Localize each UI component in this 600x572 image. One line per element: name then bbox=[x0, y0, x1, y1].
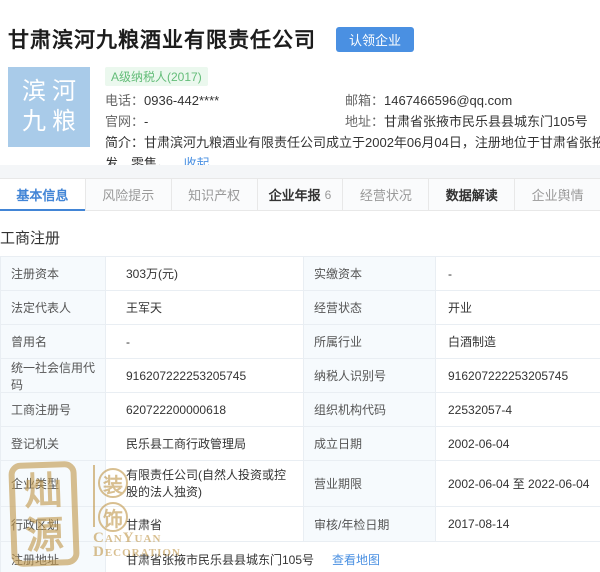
view-map-link[interactable]: 查看地图 bbox=[332, 551, 380, 568]
row1-value1: 303万(元) bbox=[106, 257, 304, 291]
tax-rating-badge: A级纳税人(2017) bbox=[105, 67, 208, 86]
row7-label2: 营业期限 bbox=[304, 461, 436, 507]
tab-annual-report[interactable]: 企业年报 6 bbox=[258, 179, 344, 210]
website-value: - bbox=[144, 114, 149, 129]
registration-table: 注册资本 303万(元) 实缴资本 - 法定代表人 王军天 经营状态 开业 曾用… bbox=[0, 256, 600, 572]
tab-annual-report-label: 企业年报 bbox=[268, 188, 321, 203]
table-row: 注册地址 甘肃省张掖市民乐县县城东门105号 查看地图 bbox=[1, 542, 600, 572]
row3-value1: - bbox=[106, 325, 304, 359]
annual-report-count-badge: 6 bbox=[324, 187, 332, 202]
address-label: 地址： bbox=[345, 114, 385, 129]
tab-basic-info-label: 基本信息 bbox=[16, 188, 69, 203]
page-title: 甘肃滨河九粮酒业有限责任公司 bbox=[8, 29, 316, 52]
row8-label2: 审核/年检日期 bbox=[304, 507, 436, 542]
company-profile-page: 甘肃滨河九粮酒业有限责任公司 认领企业 滨河 九粮 A级纳税人(2017) 电话… bbox=[0, 0, 600, 572]
row2-label1: 法定代表人 bbox=[1, 291, 106, 325]
row3-value2: 白酒制造 bbox=[436, 325, 600, 359]
email-value: 1467466596@qq.com bbox=[384, 93, 513, 108]
row2-value2: 开业 bbox=[436, 291, 600, 325]
row5-value1: 620722200000618 bbox=[106, 393, 304, 427]
tab-data-insights-label: 数据解读 bbox=[445, 188, 498, 203]
tab-public-sentiment[interactable]: 企业舆情 bbox=[515, 179, 600, 210]
row8-value1: 甘肃省 bbox=[106, 507, 304, 542]
phone-label: 电话： bbox=[105, 93, 145, 108]
contact-row-2: 官网：- 地址：甘肃省张掖市民乐县县城东门105号 bbox=[105, 111, 600, 132]
header-info: 滨河 九粮 A级纳税人(2017) 电话：0936-442**** 邮箱：146… bbox=[0, 54, 600, 174]
row7-value1: 有限责任公司(自然人投资或控股的法人独资) bbox=[106, 461, 304, 507]
claim-company-button[interactable]: 认领企业 bbox=[336, 26, 415, 52]
row4-value2: 916207222253205745 bbox=[436, 359, 600, 393]
company-logo: 滨河 九粮 bbox=[8, 67, 90, 147]
row8-value2: 2017-08-14 bbox=[436, 507, 600, 542]
row3-label1: 曾用名 bbox=[1, 325, 106, 359]
tab-risk-alerts[interactable]: 风险提示 bbox=[86, 179, 172, 210]
row1-value2: - bbox=[436, 257, 600, 291]
registered-address-value: 甘肃省张掖市民乐县县城东门105号 bbox=[126, 553, 315, 567]
row5-value2: 22532057-4 bbox=[436, 393, 600, 427]
tab-intellectual-property-label: 知识产权 bbox=[188, 188, 241, 203]
table-row: 注册资本 303万(元) 实缴资本 - bbox=[1, 257, 600, 291]
row8-label1: 行政区划 bbox=[1, 507, 106, 542]
tab-data-insights[interactable]: 数据解读 bbox=[429, 179, 516, 210]
registration-section-title: 工商注册 bbox=[0, 230, 61, 247]
website-field: 官网：- bbox=[105, 111, 345, 132]
row1-label2: 实缴资本 bbox=[304, 257, 436, 291]
table-row: 行政区划 甘肃省 审核/年检日期 2017-08-14 bbox=[1, 507, 600, 542]
table-row: 曾用名 - 所属行业 白酒制造 bbox=[1, 325, 600, 359]
email-field: 邮箱：1467466596@qq.com bbox=[345, 90, 512, 111]
row2-label2: 经营状态 bbox=[304, 291, 436, 325]
row1-label1: 注册资本 bbox=[1, 257, 106, 291]
intro-line1: 简介：甘肃滨河九粮酒业有限责任公司成立于2002年06月04日，注册地位于甘肃省… bbox=[105, 135, 600, 150]
tab-intellectual-property[interactable]: 知识产权 bbox=[172, 179, 258, 210]
row5-label1: 工商注册号 bbox=[1, 393, 106, 427]
tab-operating-status-label: 经营状况 bbox=[359, 188, 412, 203]
row7-label1: 企业类型 bbox=[1, 461, 106, 507]
address-field: 地址：甘肃省张掖市民乐县县城东门105号 bbox=[345, 111, 588, 132]
section-divider bbox=[0, 165, 600, 178]
phone-field: 电话：0936-442**** bbox=[105, 90, 345, 111]
row6-value2: 2002-06-04 bbox=[436, 427, 600, 461]
phone-value: 0936-442**** bbox=[144, 93, 220, 108]
website-label: 官网： bbox=[105, 114, 145, 129]
tab-basic-info[interactable]: 基本信息 bbox=[0, 179, 86, 211]
address-value: 甘肃省张掖市民乐县县城东门105号 bbox=[384, 114, 588, 129]
tab-risk-alerts-label: 风险提示 bbox=[102, 188, 155, 203]
row4-label2: 纳税人识别号 bbox=[304, 359, 436, 393]
row5-label2: 组织机构代码 bbox=[304, 393, 436, 427]
row9-label1: 注册地址 bbox=[1, 542, 106, 572]
email-label: 邮箱： bbox=[345, 93, 385, 108]
header-details: A级纳税人(2017) 电话：0936-442**** 邮箱：146746659… bbox=[105, 67, 600, 174]
tab-public-sentiment-label: 企业舆情 bbox=[531, 188, 584, 203]
contact-row-1: 电话：0936-442**** 邮箱：1467466596@qq.com bbox=[105, 90, 600, 111]
table-row: 法定代表人 王军天 经营状态 开业 bbox=[1, 291, 600, 325]
row6-label2: 成立日期 bbox=[304, 427, 436, 461]
contact-grid: 电话：0936-442**** 邮箱：1467466596@qq.com 官网：… bbox=[105, 90, 600, 174]
row3-label2: 所属行业 bbox=[304, 325, 436, 359]
row2-value1: 王军天 bbox=[106, 291, 304, 325]
table-row: 工商注册号 620722200000618 组织机构代码 22532057-4 bbox=[1, 393, 600, 427]
row4-label1: 统一社会信用代码 bbox=[1, 359, 106, 393]
tab-operating-status[interactable]: 经营状况 bbox=[343, 179, 430, 210]
table-row: 登记机关 民乐县工商行政管理局 成立日期 2002-06-04 bbox=[1, 427, 600, 461]
header-title-row: 甘肃滨河九粮酒业有限责任公司 认领企业 bbox=[0, 0, 600, 54]
tab-bar: 基本信息 风险提示 知识产权 企业年报 6 经营状况 数据解读 企业舆情 bbox=[0, 178, 600, 211]
row6-label1: 登记机关 bbox=[1, 427, 106, 461]
row4-value1: 916207222253205745 bbox=[106, 359, 304, 393]
logo-line1: 滨河 bbox=[22, 78, 82, 105]
row6-value1: 民乐县工商行政管理局 bbox=[106, 427, 304, 461]
row9-value1: 甘肃省张掖市民乐县县城东门105号 查看地图 bbox=[106, 542, 600, 572]
table-row: 企业类型 有限责任公司(自然人投资或控股的法人独资) 营业期限 2002-06-… bbox=[1, 461, 600, 507]
logo-line2: 九粮 bbox=[22, 108, 82, 135]
row7-value2: 2002-06-04 至 2022-06-04 bbox=[436, 461, 600, 507]
table-row: 统一社会信用代码 916207222253205745 纳税人识别号 91620… bbox=[1, 359, 600, 393]
